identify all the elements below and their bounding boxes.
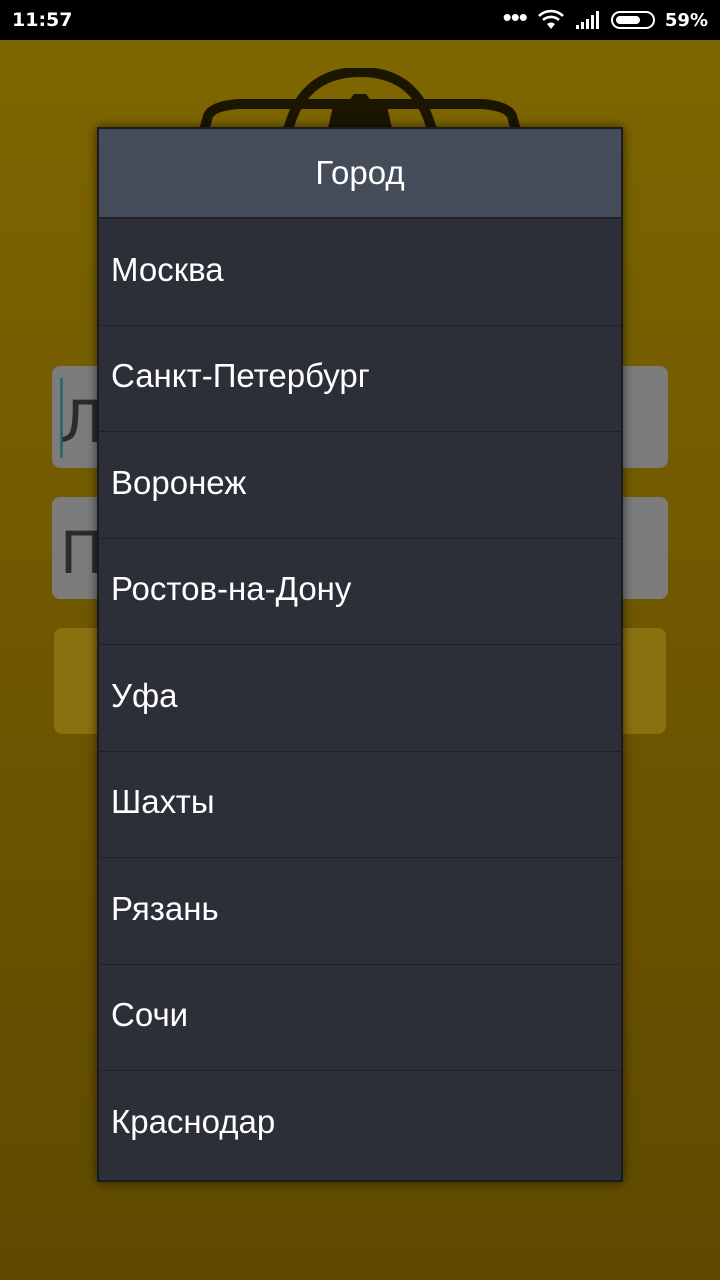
city-item-moskva[interactable]: Москва [99, 219, 621, 326]
city-item-ryazan[interactable]: Рязань [99, 858, 621, 965]
city-item-sankt-peterburg[interactable]: Санкт-Петербург [99, 326, 621, 432]
battery-percent: 59% [664, 9, 708, 31]
battery-icon [610, 11, 655, 29]
city-list: Москва Санкт-Петербург Воронеж Ростов-на… [99, 219, 621, 1178]
signal-icon [575, 11, 599, 29]
city-item-ufa[interactable]: Уфа [99, 645, 621, 752]
status-icons: ••• 59% [502, 2, 708, 32]
wifi-icon [537, 9, 564, 29]
city-item-shakhty[interactable]: Шахты [99, 752, 621, 858]
status-bar: 11:57 ••• 59% [0, 0, 720, 40]
city-item-sochi[interactable]: Сочи [99, 965, 621, 1071]
city-item-krasnodar[interactable]: Краснодар [99, 1071, 621, 1178]
dialog-title: Город [99, 129, 621, 219]
status-time: 11:57 [12, 9, 73, 31]
more-dots-icon: ••• [502, 2, 528, 32]
city-item-voronezh[interactable]: Воронеж [99, 432, 621, 539]
city-picker-dialog: Город Москва Санкт-Петербург Воронеж Рос… [97, 127, 623, 1182]
city-item-rostov-na-donu[interactable]: Ростов-на-Дону [99, 539, 621, 645]
